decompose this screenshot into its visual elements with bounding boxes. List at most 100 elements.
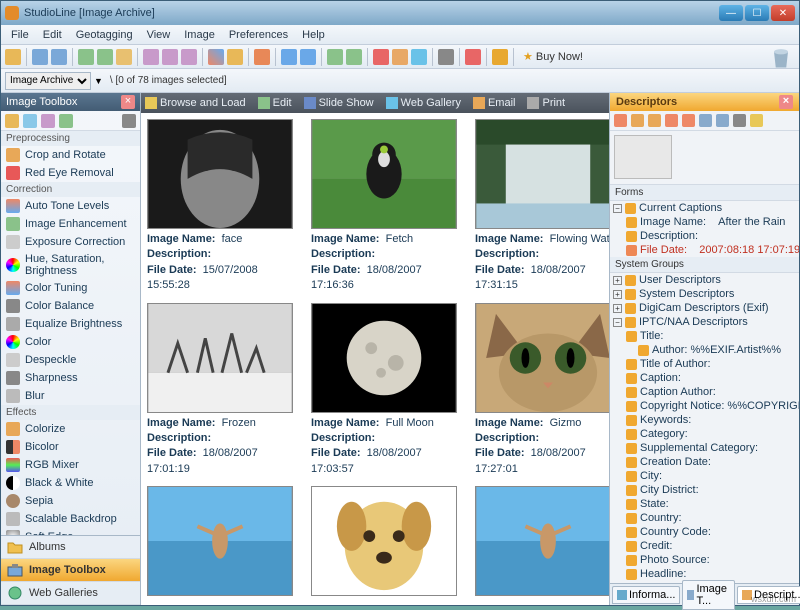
close-descriptors-button[interactable]: ×	[779, 95, 793, 109]
tree-iptc-item[interactable]: Headline:	[610, 567, 799, 581]
close-button[interactable]: ✕	[771, 5, 795, 21]
tool-bicolor[interactable]: Bicolor	[1, 438, 140, 456]
tool-color[interactable]: Color	[1, 333, 140, 351]
menu-geotagging[interactable]: Geotagging	[70, 27, 139, 43]
tool-equalize[interactable]: Equalize Brightness	[1, 315, 140, 333]
tab-descriptors[interactable]: Descript...	[737, 586, 800, 604]
thumbnail-frozen[interactable]	[147, 303, 293, 413]
delete-icon[interactable]	[122, 114, 136, 128]
tool-crop-rotate[interactable]: Crop and Rotate	[1, 146, 140, 164]
browse-load-button[interactable]: Browse and Load	[145, 97, 246, 109]
menu-help[interactable]: Help	[296, 27, 331, 43]
grid2-icon[interactable]	[162, 49, 178, 65]
list-icon[interactable]	[254, 49, 270, 65]
buy-now-button[interactable]: ★Buy Now!	[523, 50, 583, 63]
paint-icon[interactable]	[41, 114, 55, 128]
paste-desc-icon[interactable]	[716, 114, 729, 127]
delete-desc-icon[interactable]	[733, 114, 746, 127]
gallery-item[interactable]: Image Name: Full MoonDescription:File Da…	[311, 303, 457, 481]
copy-icon[interactable]	[51, 49, 67, 65]
gallery-item[interactable]	[475, 486, 609, 596]
gallery-item[interactable]: Image Name: FrozenDescription:File Date:…	[147, 303, 293, 481]
tree-user-descriptors[interactable]: +User Descriptors	[610, 273, 799, 287]
tag-icon[interactable]	[373, 49, 389, 65]
nav-prev-icon[interactable]	[631, 114, 644, 127]
nav-next-icon[interactable]	[648, 114, 661, 127]
slideshow-button[interactable]: Slide Show	[304, 97, 374, 109]
rotate-right-icon[interactable]	[346, 49, 362, 65]
toolbar-icon[interactable]	[5, 49, 21, 65]
tool-rgb-mixer[interactable]: RGB Mixer	[1, 456, 140, 474]
tool-exposure[interactable]: Exposure Correction	[1, 233, 140, 251]
gallery-item[interactable]	[147, 486, 293, 596]
view3-icon[interactable]	[116, 49, 132, 65]
tree-iptc-item[interactable]: Copyright Notice: %%COPYRIGHT%%	[610, 399, 799, 413]
tool-color-tuning[interactable]: Color Tuning	[1, 279, 140, 297]
menu-view[interactable]: View	[141, 27, 177, 43]
thumbnail-moon[interactable]	[311, 303, 457, 413]
tree-iptc-descriptors[interactable]: −IPTC/NAA Descriptors	[610, 315, 799, 329]
thumbnail-beach2[interactable]	[475, 486, 609, 596]
tree-file-date[interactable]: File Date: 2007:08:18 17:07:19	[610, 243, 799, 257]
tree-iptc-item[interactable]: Caption Author:	[610, 385, 799, 399]
tab-information[interactable]: Informa...	[612, 586, 680, 604]
menu-preferences[interactable]: Preferences	[223, 27, 294, 43]
gallery-item[interactable]: Image Name: FetchDescription:File Date: …	[311, 119, 457, 297]
gear-icon[interactable]	[682, 114, 695, 127]
filter-icon[interactable]	[438, 49, 454, 65]
tree-description[interactable]: Description:	[610, 229, 799, 243]
tool-despeckle[interactable]: Despeckle	[1, 351, 140, 369]
tool-backdrop[interactable]: Scalable Backdrop	[1, 510, 140, 528]
tag2-icon[interactable]	[392, 49, 408, 65]
undo-icon[interactable]	[281, 49, 297, 65]
tool-sharpness[interactable]: Sharpness	[1, 369, 140, 387]
tool-color-balance[interactable]: Color Balance	[1, 297, 140, 315]
cut-icon[interactable]	[32, 49, 48, 65]
minimize-button[interactable]: —	[719, 5, 743, 21]
flag-icon[interactable]	[465, 49, 481, 65]
tree-current-captions[interactable]: −Current Captions	[610, 201, 799, 215]
export-icon[interactable]	[492, 49, 508, 65]
tree-iptc-item[interactable]: Credit:	[610, 539, 799, 553]
tree-iptc-item[interactable]: Country Code:	[610, 525, 799, 539]
trash-icon[interactable]	[767, 43, 795, 71]
tool-colorize[interactable]: Colorize	[1, 420, 140, 438]
select-icon[interactable]	[227, 49, 243, 65]
edit-button[interactable]: Edit	[258, 97, 292, 109]
gallery-item[interactable]: Image Name: GizmoDescription:File Date: …	[475, 303, 609, 481]
tree-iptc-item[interactable]: Author: %%EXIF.Artist%%	[610, 343, 799, 357]
tree-iptc-item[interactable]: Creation Date:	[610, 455, 799, 469]
save-icon[interactable]	[23, 114, 37, 128]
pencil-icon[interactable]	[59, 114, 73, 128]
web-gallery-button[interactable]: Web Gallery	[386, 97, 461, 109]
tree-system-descriptors[interactable]: +System Descriptors	[610, 287, 799, 301]
thumbnail-gizmo[interactable]	[475, 303, 609, 413]
tree-iptc-item[interactable]: Keywords:	[610, 413, 799, 427]
menu-image[interactable]: Image	[178, 27, 221, 43]
tree-image-name[interactable]: Image Name: After the Rain	[610, 215, 799, 229]
infinity-icon[interactable]	[208, 49, 224, 65]
thumbnail-water[interactable]	[475, 119, 609, 229]
grid3-icon[interactable]	[181, 49, 197, 65]
tree-iptc-item[interactable]: Supplemental Category:	[610, 441, 799, 455]
tree-iptc-item[interactable]: Caption:	[610, 371, 799, 385]
email-button[interactable]: Email	[473, 97, 516, 109]
gallery-item[interactable]: Image Name: faceDescription:File Date: 1…	[147, 119, 293, 297]
redo-icon[interactable]	[300, 49, 316, 65]
menu-file[interactable]: File	[5, 27, 35, 43]
grid-icon[interactable]	[143, 49, 159, 65]
close-panel-button[interactable]: ×	[121, 95, 135, 109]
nav-image-toolbox[interactable]: Image Toolbox	[1, 559, 140, 582]
folder-icon[interactable]	[5, 114, 19, 128]
view-icon[interactable]	[78, 49, 94, 65]
thumbnail-face[interactable]	[147, 119, 293, 229]
tool-enhancement[interactable]: Image Enhancement	[1, 215, 140, 233]
tool-red-eye[interactable]: Red Eye Removal	[1, 164, 140, 182]
thumbnail-dog[interactable]	[311, 486, 457, 596]
tree-iptc-item[interactable]: Title:	[610, 329, 799, 343]
tool-auto-tone[interactable]: Auto Tone Levels	[1, 197, 140, 215]
print-button[interactable]: Print	[527, 97, 565, 109]
tree-iptc-item[interactable]: Photo Source:	[610, 553, 799, 567]
tree-iptc-item[interactable]: Country:	[610, 511, 799, 525]
menu-edit[interactable]: Edit	[37, 27, 68, 43]
